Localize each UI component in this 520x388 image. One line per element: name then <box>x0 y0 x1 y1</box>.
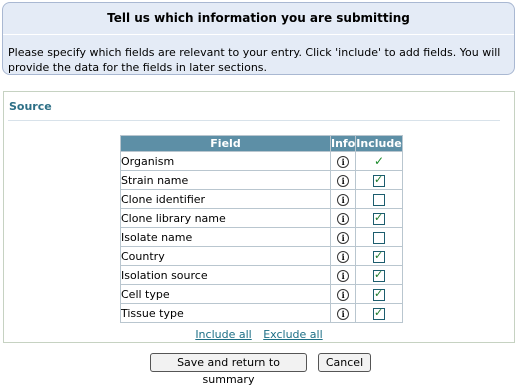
table-row: Isolation source i ✓ <box>120 265 403 285</box>
include-cell: ✓ <box>355 284 403 304</box>
include-cell: ✓ <box>355 246 403 266</box>
table-row: Isolate name i <box>120 227 403 247</box>
include-cell: ✓ <box>355 208 403 228</box>
field-name: Strain name <box>120 170 331 190</box>
info-cell: i <box>329 227 357 247</box>
cancel-button[interactable]: Cancel <box>318 353 371 372</box>
table-row: Country i ✓ <box>120 246 403 266</box>
field-name: Isolation source <box>120 265 331 285</box>
exclude-all-link[interactable]: Exclude all <box>263 328 322 341</box>
info-icon[interactable]: i <box>337 193 350 206</box>
checkmark-icon: ✓ <box>373 286 384 300</box>
include-checkbox[interactable]: ✓ <box>372 267 385 282</box>
checkmark-icon: ✓ <box>373 248 384 262</box>
column-header-include: Include <box>355 135 403 152</box>
include-checkbox[interactable]: ✓ <box>372 305 385 320</box>
instructions-panel: Tell us which information you are submit… <box>2 2 515 75</box>
source-divider <box>8 120 500 121</box>
instructions-divider <box>3 34 514 35</box>
instructions-title: Tell us which information you are submit… <box>107 11 410 25</box>
checkmark-icon: ✓ <box>373 305 384 319</box>
include-cell <box>355 227 403 247</box>
info-icon[interactable]: i <box>337 269 350 282</box>
column-header-field: Field <box>120 135 331 152</box>
info-cell: i <box>329 208 357 228</box>
info-icon[interactable]: i <box>337 231 350 244</box>
checkmark-icon: ✓ <box>373 267 384 281</box>
info-icon[interactable]: i <box>337 307 350 320</box>
include-checkbox[interactable]: ✓ <box>372 286 385 301</box>
table-row: Organism i ✓ <box>120 151 403 171</box>
field-name: Clone library name <box>120 208 331 228</box>
field-name: Country <box>120 246 331 266</box>
source-section-title: Source <box>9 100 52 113</box>
info-cell: i <box>329 284 357 304</box>
table-row: Tissue type i ✓ <box>120 303 403 323</box>
field-name: Cell type <box>120 284 331 304</box>
checkmark-icon: ✓ <box>373 154 384 168</box>
info-cell: i <box>329 303 357 323</box>
info-icon[interactable]: i <box>337 288 350 301</box>
include-cell <box>355 189 403 209</box>
include-checkbox[interactable] <box>372 231 385 244</box>
table-row: Strain name i ✓ <box>120 170 403 190</box>
table-header-row: Field Info Include <box>120 135 403 152</box>
source-section: Source Field Info Include Organism i ✓ Stra… <box>3 91 515 343</box>
include-cell: ✓ <box>355 265 403 285</box>
info-cell: i <box>329 151 357 171</box>
field-name: Clone identifier <box>120 189 331 209</box>
info-cell: i <box>329 265 357 285</box>
include-checkbox[interactable] <box>372 193 385 206</box>
include-cell: ✓ <box>355 151 403 171</box>
fields-table: Field Info Include Organism i ✓ Strain name… <box>120 135 403 323</box>
include-checkbox[interactable]: ✓ <box>372 172 385 187</box>
bulk-links: Include all Exclude all <box>4 328 514 341</box>
info-icon[interactable]: i <box>337 212 350 225</box>
include-cell: ✓ <box>355 170 403 190</box>
include-cell: ✓ <box>355 303 403 323</box>
field-name: Isolate name <box>120 227 331 247</box>
checkmark-icon: ✓ <box>373 172 384 186</box>
column-header-info: Info <box>329 135 357 152</box>
include-all-link[interactable]: Include all <box>195 328 251 341</box>
save-and-return-button[interactable]: Save and return to summary <box>150 353 307 386</box>
table-row: Cell type i ✓ <box>120 284 403 304</box>
include-checkbox[interactable]: ✓ <box>372 248 385 263</box>
field-name: Organism <box>120 151 331 171</box>
info-icon[interactable]: i <box>337 174 350 187</box>
info-icon[interactable]: i <box>337 155 350 168</box>
info-cell: i <box>329 189 357 209</box>
table-row: Clone identifier i <box>120 189 403 209</box>
instructions-text: Please specify which fields are relevant… <box>8 46 501 74</box>
field-name: Tissue type <box>120 303 331 323</box>
info-cell: i <box>329 170 357 190</box>
info-cell: i <box>329 246 357 266</box>
checkmark-icon: ✓ <box>373 210 384 224</box>
include-checkbox[interactable]: ✓ <box>372 210 385 225</box>
table-row: Clone library name i ✓ <box>120 208 403 228</box>
info-icon[interactable]: i <box>337 250 350 263</box>
